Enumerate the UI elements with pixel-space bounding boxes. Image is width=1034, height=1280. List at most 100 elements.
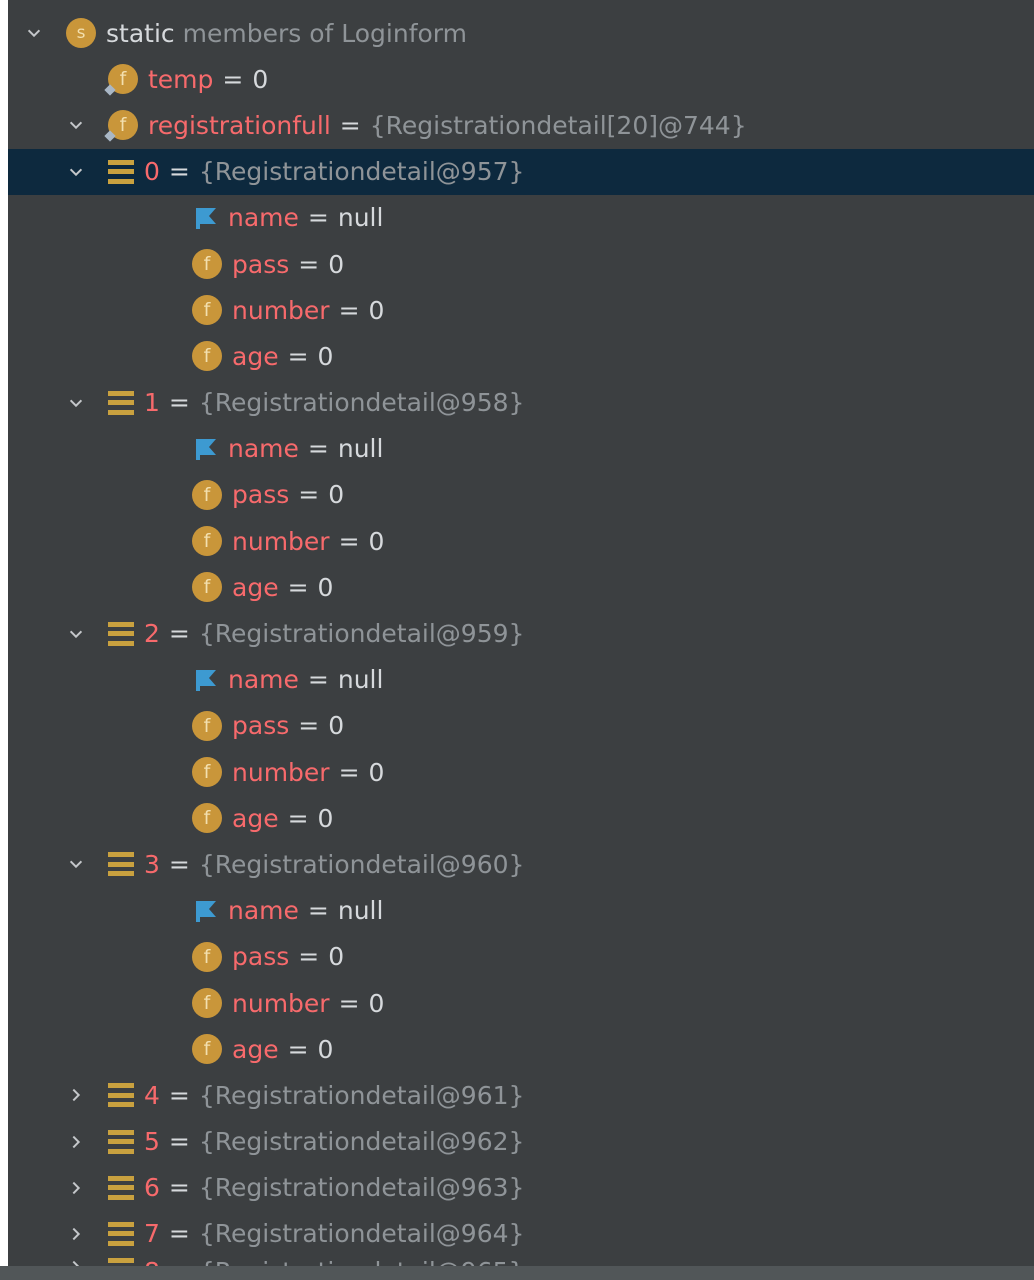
tree-row[interactable]: f pass = 0: [8, 703, 1034, 749]
string-flag-icon: [192, 436, 218, 462]
equals-sign: =: [168, 388, 190, 418]
equals-sign: =: [339, 110, 361, 140]
variable-name: age: [232, 572, 279, 602]
variable-name: registrationfull: [148, 110, 331, 140]
variable-value: 0: [317, 572, 334, 602]
tree-row[interactable]: f number = 0: [8, 980, 1034, 1026]
field-icon: f: [192, 249, 222, 280]
variable-name: pass: [232, 711, 290, 741]
variable-value: {Registrationdetail@961}: [198, 1080, 525, 1110]
tree-root-row[interactable]: s static members of Loginform: [8, 10, 1034, 56]
array-element-icon: [108, 1129, 134, 1155]
equals-sign: =: [287, 572, 309, 602]
tree-row[interactable]: f number = 0: [8, 287, 1034, 333]
static-letter: s: [66, 18, 96, 49]
chevron-right-icon[interactable]: [66, 1085, 86, 1105]
field-letter: f: [192, 572, 222, 603]
field-icon: f: [192, 572, 222, 603]
field-icon: f: [192, 988, 222, 1019]
tree-row[interactable]: f number = 0: [8, 518, 1034, 564]
tree-row[interactable]: 7 = {Registrationdetail@964}: [8, 1211, 1034, 1257]
variable-value: 0: [317, 803, 334, 833]
tree-row[interactable]: f pass = 0: [8, 241, 1034, 287]
array-element-icon: [108, 159, 134, 185]
variable-value: 0: [328, 711, 345, 741]
tree-row[interactable]: f age = 0: [8, 333, 1034, 379]
field-letter: f: [192, 803, 222, 834]
variable-value: {Registrationdetail@962}: [198, 1127, 525, 1157]
chevron-down-icon[interactable]: [66, 624, 86, 644]
variable-name: pass: [232, 942, 290, 972]
equals-sign: =: [307, 665, 329, 695]
variable-name: 1: [144, 388, 160, 418]
equals-sign: =: [298, 942, 320, 972]
root-label: static: [106, 18, 175, 48]
field-letter: f: [192, 757, 222, 788]
tree-row[interactable]: 0 = {Registrationdetail@957}: [8, 148, 1034, 195]
variable-name: 7: [144, 1219, 160, 1249]
field-icon: f: [192, 341, 222, 372]
equals-sign: =: [287, 1034, 309, 1064]
chevron-down-icon[interactable]: [66, 115, 86, 135]
tree-row[interactable]: f registrationfull = {Registrationdetail[20…: [8, 102, 1034, 148]
variable-name: name: [228, 896, 299, 926]
chevron-right-icon[interactable]: [66, 1178, 86, 1198]
tree-row[interactable]: 2 = {Registrationdetail@959}: [8, 610, 1034, 656]
tree-row[interactable]: 5 = {Registrationdetail@962}: [8, 1119, 1034, 1165]
variables-tree[interactable]: s static members of Loginform f temp = 0 f re…: [8, 10, 1034, 1277]
variable-value: 0: [328, 249, 345, 279]
static-badge-icon: s: [66, 18, 96, 49]
field-letter: f: [108, 64, 138, 95]
field-letter: f: [108, 110, 138, 141]
variable-value: 0: [252, 64, 269, 94]
variable-value: {Registrationdetail@959}: [198, 619, 525, 649]
chevron-right-icon[interactable]: [66, 1224, 86, 1244]
variable-name: 0: [144, 157, 160, 187]
variable-name: number: [232, 295, 330, 325]
tree-row[interactable]: f age = 0: [8, 795, 1034, 841]
chevron-down-icon[interactable]: [24, 23, 44, 43]
tree-row[interactable]: f pass = 0: [8, 934, 1034, 980]
field-icon: f: [192, 710, 222, 741]
tree-row[interactable]: f pass = 0: [8, 472, 1034, 518]
field-letter: f: [192, 710, 222, 741]
variable-value: 0: [328, 942, 345, 972]
array-element-icon: [108, 1082, 134, 1108]
tree-row[interactable]: f age = 0: [8, 1026, 1034, 1072]
variable-value: 0: [368, 757, 385, 787]
equals-sign: =: [298, 249, 320, 279]
variable-name: 6: [144, 1173, 160, 1203]
equals-sign: =: [168, 619, 190, 649]
variable-value: 0: [317, 341, 334, 371]
equals-sign: =: [168, 1127, 190, 1157]
equals-sign: =: [168, 849, 190, 879]
variable-name: number: [232, 988, 330, 1018]
variable-name: pass: [232, 249, 290, 279]
variable-name: pass: [232, 480, 290, 510]
array-element-icon: [108, 1221, 134, 1247]
variable-name: temp: [148, 64, 214, 94]
chevron-down-icon[interactable]: [66, 393, 86, 413]
tree-row[interactable]: f temp = 0: [8, 56, 1034, 102]
tree-row[interactable]: 3 = {Registrationdetail@960}: [8, 841, 1034, 887]
tree-row[interactable]: 1 = {Registrationdetail@958}: [8, 380, 1034, 426]
tree-row[interactable]: 6 = {Registrationdetail@963}: [8, 1165, 1034, 1211]
tree-row[interactable]: name = null: [8, 195, 1034, 241]
chevron-down-icon[interactable]: [66, 162, 86, 182]
left-gutter: [0, 0, 8, 1280]
horizontal-scrollbar-track[interactable]: [0, 1266, 1034, 1280]
tree-row[interactable]: f age = 0: [8, 564, 1034, 610]
tree-row[interactable]: name = null: [8, 657, 1034, 703]
tree-row[interactable]: name = null: [8, 888, 1034, 934]
tree-row[interactable]: name = null: [8, 426, 1034, 472]
variable-value: 0: [328, 480, 345, 510]
equals-sign: =: [338, 988, 360, 1018]
chevron-right-icon[interactable]: [66, 1132, 86, 1152]
chevron-down-icon[interactable]: [66, 854, 86, 874]
variable-name: age: [232, 1034, 279, 1064]
field-letter: f: [192, 526, 222, 557]
tree-row[interactable]: 4 = {Registrationdetail@961}: [8, 1072, 1034, 1118]
tree-row[interactable]: f number = 0: [8, 749, 1034, 795]
equals-sign: =: [287, 803, 309, 833]
array-element-icon: [108, 851, 134, 877]
